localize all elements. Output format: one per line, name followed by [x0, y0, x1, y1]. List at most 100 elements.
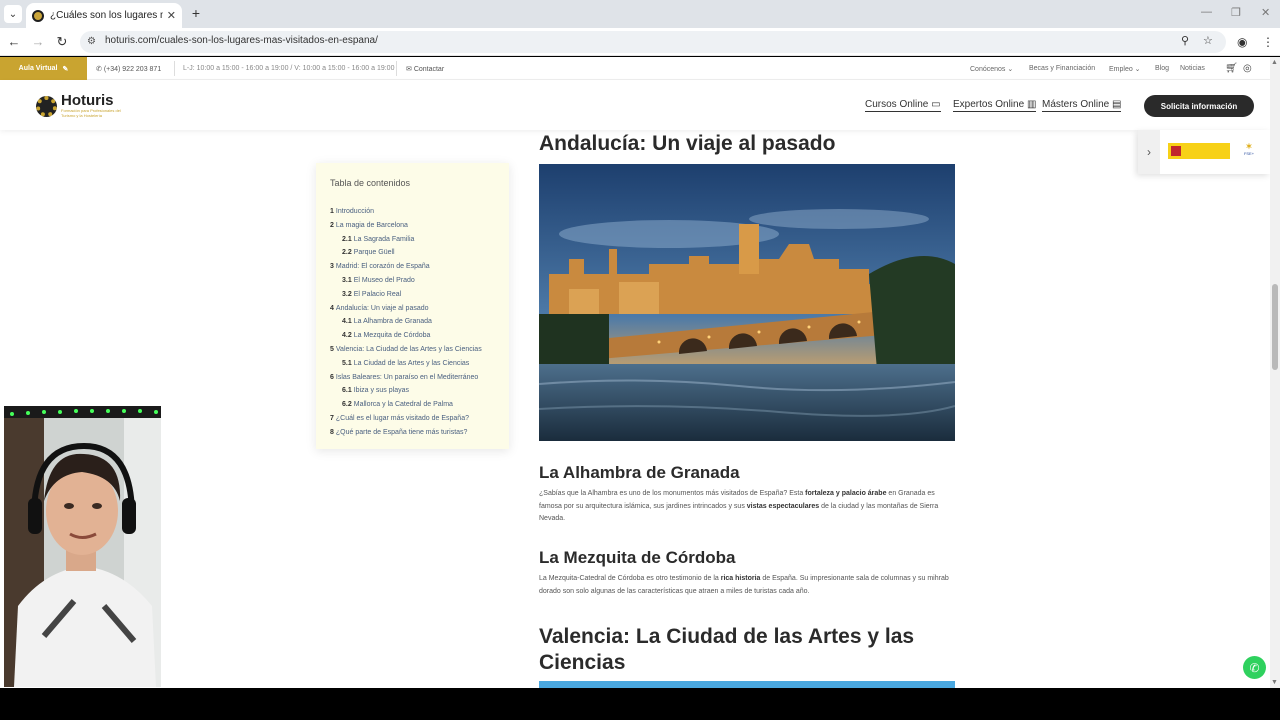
screen-bottom-bar: [0, 688, 1280, 720]
address-bar[interactable]: ⚙ hoturis.com/cuales-son-los-lugares-mas…: [80, 31, 1226, 53]
solicita-informacion-button[interactable]: Solicita información: [1144, 95, 1254, 117]
forward-icon[interactable]: →: [30, 34, 46, 50]
profile-icon[interactable]: ◉: [1237, 35, 1247, 49]
divider: [396, 61, 397, 76]
paragraph-mezquita: La Mezquita-Catedral de Córdoba es otro …: [539, 573, 957, 598]
toc-item[interactable]: 8 ¿Qué parte de España tiene más turistas…: [330, 429, 467, 436]
restore-icon[interactable]: ❐: [1231, 6, 1241, 19]
toc-item[interactable]: 5.1 La Ciudad de las Artes y las Ciencias: [342, 360, 469, 367]
funding-badge: › ✶ FSE+: [1138, 130, 1270, 174]
toc-item-number: 3: [330, 263, 334, 271]
tab-close-icon[interactable]: ✕: [167, 9, 176, 22]
back-icon[interactable]: ←: [6, 34, 22, 50]
nav-becas[interactable]: Becas y Financiación: [1029, 65, 1095, 72]
close-window-icon[interactable]: ✕: [1261, 6, 1270, 19]
toc-item[interactable]: 3 Madrid: El corazón de España: [330, 263, 430, 270]
nav-noticias[interactable]: Noticias: [1180, 65, 1205, 72]
nav-empleo-label: Empleo: [1109, 66, 1133, 73]
tab-search-chevron-icon[interactable]: ⌄: [4, 5, 22, 23]
table-of-contents: Tabla de contenidos 1 Introducción 2 La mag…: [316, 163, 509, 449]
contact-link[interactable]: ✉ Contactar: [406, 65, 444, 73]
nav-conocenos[interactable]: Conócenos ⌄: [970, 65, 1013, 73]
toc-item[interactable]: 5 Valencia: La Ciudad de las Artes y las …: [330, 346, 482, 353]
spain-government-logo: [1168, 143, 1230, 159]
favicon-icon: [32, 9, 44, 22]
nav-expertos-online[interactable]: Expertos Online ▥: [953, 99, 1037, 112]
toc-item[interactable]: 2.1 La Sagrada Familia: [342, 236, 414, 243]
toc-item[interactable]: 6.2 Mallorca y la Catedral de Palma: [342, 401, 453, 408]
heading-andalucia: Andalucía: Un viaje al pasado: [539, 132, 836, 155]
browser-tabstrip: ⌄ ¿Cuáles son los lugares más visi ✕ + —…: [0, 0, 1280, 28]
contact-link-text: Contactar: [413, 66, 445, 73]
emphasis-text: vistas espectaculares: [746, 502, 820, 510]
toc-item[interactable]: 1 Introducción: [330, 208, 374, 215]
photo-illustration: [539, 164, 955, 441]
toc-item[interactable]: 4 Andalucía: Un viaje al pasado: [330, 305, 429, 312]
nav-cursos-online-label: Cursos Online: [865, 99, 929, 110]
paragraph-text: ¿Sabías que la Alhambra es uno de los mo…: [539, 490, 806, 497]
toc-item-number: 3.1: [342, 277, 352, 284]
browser-tab-active[interactable]: ¿Cuáles son los lugares más visi ✕: [26, 3, 182, 28]
toc-item-label: ¿Cuál es el lugar más visitado de España…: [335, 415, 469, 422]
aula-virtual-button[interactable]: Aula Virtual ✎: [0, 57, 87, 80]
toc-item-label: La Ciudad de las Artes y las Ciencias: [353, 359, 470, 367]
toc-item[interactable]: 7 ¿Cuál es el lugar más visitado de Españ…: [330, 415, 469, 422]
nav-blog[interactable]: Blog: [1155, 65, 1169, 72]
cordoba-bridge-photo: [539, 164, 955, 441]
toc-item[interactable]: 3.1 El Museo del Prado: [342, 277, 415, 284]
graduation-cap-icon: ✎: [62, 65, 69, 73]
toc-item[interactable]: 6 Islas Baleares: Un paraíso en el Medite…: [330, 374, 478, 381]
whatsapp-icon[interactable]: ✆: [1243, 656, 1266, 679]
toc-item-label: El Palacio Real: [353, 290, 402, 298]
scrollbar-thumb[interactable]: [1272, 284, 1278, 370]
nav-masters-online-label: Másters Online: [1042, 99, 1110, 110]
logo-brand: Hoturis: [61, 92, 114, 109]
toc-item-label: La Sagrada Familia: [353, 235, 415, 243]
reload-icon[interactable]: ↻: [54, 34, 70, 50]
page-scrollbar[interactable]: ▲ ▼: [1270, 57, 1280, 688]
toc-item[interactable]: 6.1 Ibiza y sus playas: [342, 387, 409, 394]
page-viewport: Aula Virtual ✎ ✆ (+34) 922 203 871 L-J: …: [0, 57, 1280, 688]
emphasis-text: rica historia: [720, 575, 761, 582]
webcam-person-image: [4, 406, 161, 687]
toc-item[interactable]: 4.2 La Mezquita de Córdoba: [342, 332, 430, 339]
user-account-icon[interactable]: ◎: [1243, 63, 1252, 74]
toc-item[interactable]: 4.1 La Alhambra de Granada: [342, 318, 432, 325]
toc-item-number: 4.1: [342, 318, 352, 326]
site-info-icon[interactable]: ⚙: [87, 36, 99, 48]
toc-item[interactable]: 2.2 Parque Güell: [342, 249, 395, 256]
scroll-down-icon[interactable]: ▼: [1271, 679, 1278, 686]
nav-cursos-online[interactable]: Cursos Online ▭: [865, 99, 941, 112]
toc-item-label: La magia de Barcelona: [335, 221, 408, 229]
cart-icon[interactable]: 🛒︎: [1225, 63, 1238, 74]
logo-mark-icon: [36, 95, 57, 117]
scroll-up-icon[interactable]: ▲: [1271, 59, 1278, 66]
toc-item[interactable]: 2 La magia de Barcelona: [330, 222, 408, 229]
nav-masters-online[interactable]: Másters Online ▤: [1042, 99, 1122, 112]
toc-item-label: La Mezquita de Córdoba: [353, 332, 431, 340]
chevron-right-icon[interactable]: ›: [1138, 130, 1160, 174]
bookmark-star-icon[interactable]: ☆: [1203, 34, 1213, 47]
toc-item-label: Parque Güell: [353, 249, 395, 257]
browser-toolbar: ← → ↻ ⚙ hoturis.com/cuales-son-los-lugar…: [0, 28, 1280, 56]
aula-virtual-label: Aula Virtual: [18, 65, 58, 72]
toc-item-label: Ibiza y sus playas: [353, 387, 409, 395]
site-logo[interactable]: Hoturis Formación para Profesionales del…: [36, 92, 121, 118]
toc-item-number: 4: [330, 304, 334, 312]
toc-item-number: 1: [330, 208, 334, 215]
phone-number[interactable]: ✆ (+34) 922 203 871: [96, 65, 161, 73]
heading-valencia: Valencia: La Ciudad de las Artes y las C…: [539, 625, 915, 674]
new-tab-plus-icon[interactable]: +: [188, 5, 204, 21]
toc-item-number: 6: [330, 373, 334, 381]
divider: [174, 61, 175, 76]
nav-empleo[interactable]: Empleo ⌄: [1109, 65, 1141, 73]
minimize-icon[interactable]: —: [1201, 6, 1212, 18]
zoom-icon[interactable]: ⚲: [1181, 34, 1189, 47]
paragraph-text: La Mezquita-Catedral de Córdoba es otro …: [539, 575, 721, 582]
toc-item-label: ¿Qué parte de España tiene más turistas?: [335, 428, 468, 436]
url-text[interactable]: hoturis.com/cuales-son-los-lugares-mas-v…: [105, 35, 378, 46]
webcam-overlay: [4, 406, 161, 687]
toc-item-number: 2: [330, 221, 334, 229]
menu-icon[interactable]: ⋮: [1262, 35, 1274, 49]
toc-item[interactable]: 3.2 El Palacio Real: [342, 291, 401, 298]
